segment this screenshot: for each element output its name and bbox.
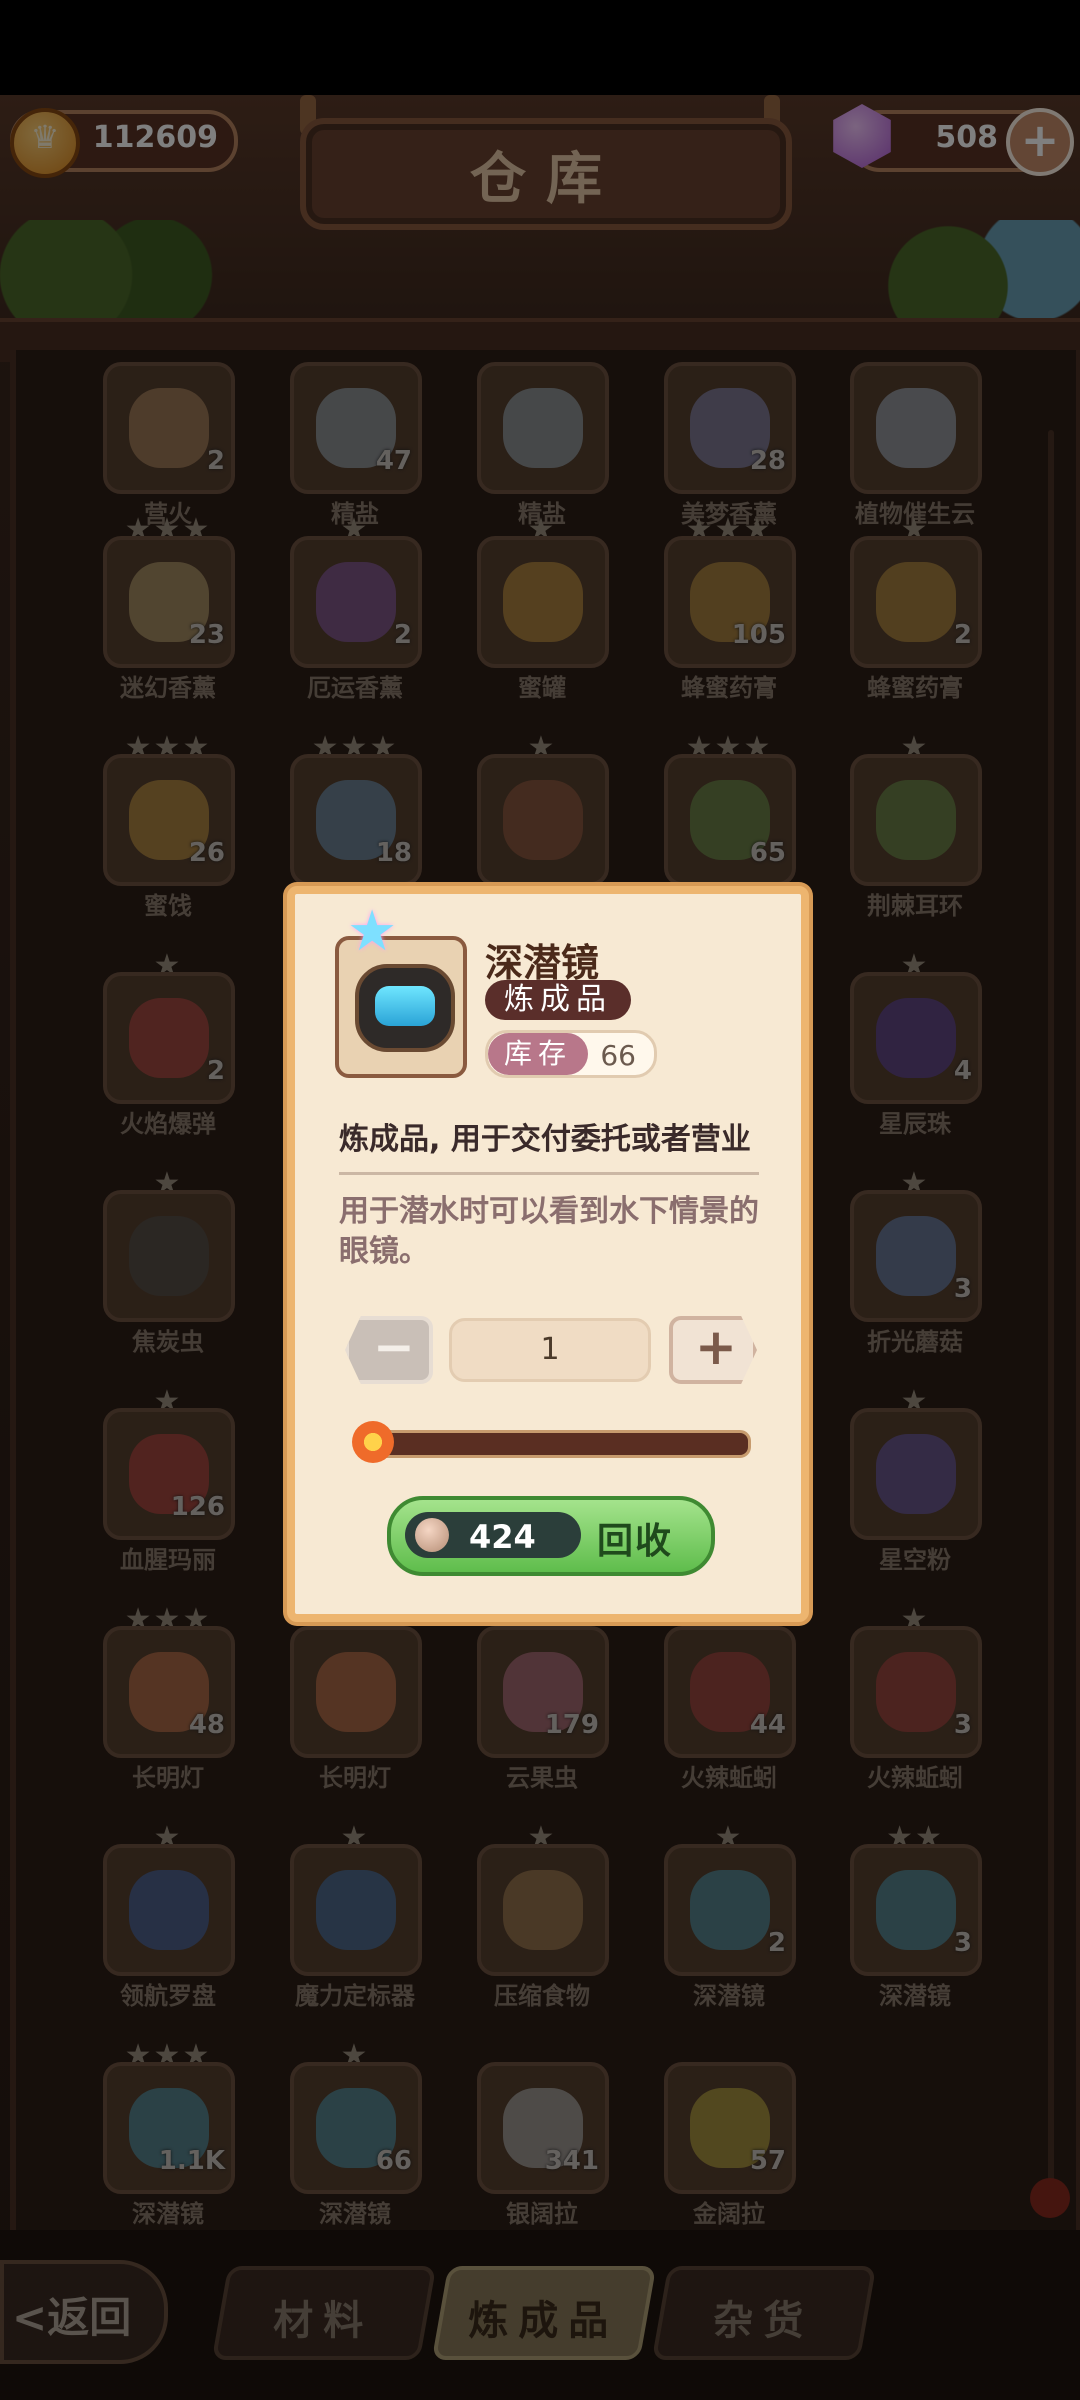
item-name: 深潜镜 — [485, 941, 600, 985]
increase-quantity-button[interactable] — [669, 1316, 757, 1384]
currency-icon — [415, 1518, 449, 1552]
stock-label: 库存 — [488, 1033, 588, 1075]
item-detail-popup: ★ 深潜镜 炼成品 库存 66 炼成品, 用于交付委托或者营业 用于潜水时可以看… — [287, 886, 809, 1622]
goggles-icon — [355, 964, 455, 1052]
quantity-field[interactable]: 1 — [449, 1318, 651, 1382]
status-bar — [0, 0, 1080, 95]
item-description: 用于潜水时可以看到水下情景的眼镜。 — [339, 1194, 759, 1269]
recycle-button[interactable]: 424 回收 — [387, 1496, 715, 1576]
recycle-amount: 424 — [469, 1518, 536, 1556]
decrease-quantity-button[interactable] — [345, 1316, 433, 1384]
slider-handle[interactable] — [352, 1421, 394, 1463]
divider — [339, 1172, 759, 1175]
item-usage-text: 炼成品, 用于交付委托或者营业 — [339, 1122, 751, 1157]
stock-value: 66 — [600, 1039, 636, 1072]
item-type-badge: 炼成品 — [485, 980, 631, 1020]
stock-indicator: 库存 66 — [485, 1030, 657, 1078]
rarity-star-icon: ★ — [347, 899, 398, 964]
recycle-label: 回收 — [597, 1521, 674, 1562]
goggle-lens — [375, 986, 435, 1026]
recycle-value: 424 — [405, 1512, 581, 1558]
quantity-slider[interactable] — [352, 1421, 751, 1463]
